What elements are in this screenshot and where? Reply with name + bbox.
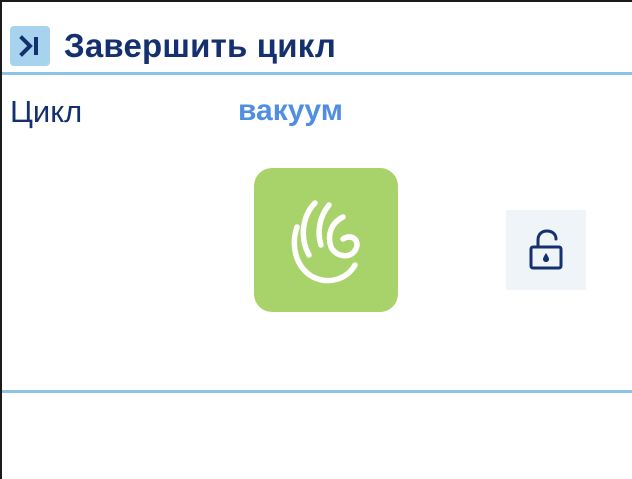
footer-divider: [2, 390, 632, 393]
unlock-icon: [529, 229, 563, 270]
end-cycle-button[interactable]: [10, 26, 50, 66]
header: Завершить цикл: [10, 24, 336, 68]
cycle-value: вакуум: [238, 94, 343, 127]
lock-button[interactable]: [506, 210, 586, 290]
header-divider: [2, 72, 632, 75]
page-title: Завершить цикл: [64, 27, 337, 64]
vacuum-hand-icon: [291, 200, 360, 284]
screen: Завершить цикл Цикл вакуум: [0, 0, 632, 479]
vacuum-button[interactable]: [254, 168, 398, 312]
cycle-label: Цикл: [10, 94, 83, 129]
end-cycle-icon: [19, 35, 38, 57]
